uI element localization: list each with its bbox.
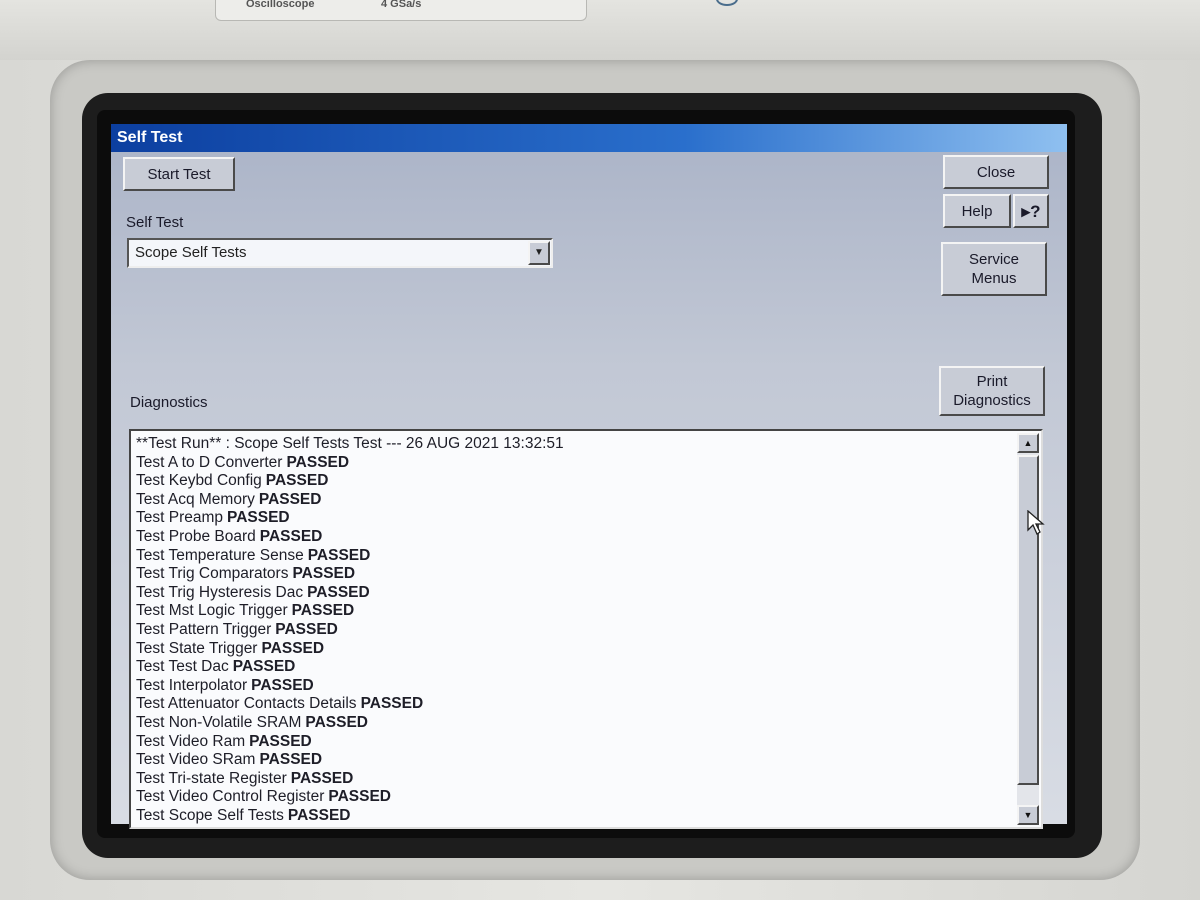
test-name: Test Acq Memory	[136, 490, 255, 508]
self-test-label: Self Test	[126, 214, 184, 231]
test-name: Test A to D Converter	[136, 453, 283, 471]
print-diagnostics-label-line2: Diagnostics	[953, 392, 1031, 409]
diagnostics-line: Test Temperature Sense PASSED	[136, 547, 1014, 566]
diagnostics-line: Test Probe Board PASSED	[136, 528, 1014, 547]
test-status: PASSED	[259, 527, 323, 545]
test-name: Test Attenuator Contacts Details	[136, 695, 357, 713]
test-name: Test Interpolator	[136, 676, 248, 694]
test-name: Test Temperature Sense	[136, 546, 304, 564]
test-status: PASSED	[287, 806, 351, 824]
mouse-pointer-icon	[1027, 510, 1045, 535]
diagnostics-line: Test A to D Converter PASSED	[136, 454, 1014, 473]
test-status: PASSED	[307, 583, 370, 601]
test-status: PASSED	[265, 472, 329, 490]
diagnostics-line: Test Tri-state Register PASSED	[136, 770, 1014, 789]
service-menus-label-line2: Menus	[971, 270, 1017, 287]
test-status: PASSED	[292, 565, 356, 583]
test-status: PASSED	[291, 602, 355, 620]
test-status: PASSED	[251, 676, 314, 694]
test-status: PASSED	[305, 713, 368, 731]
print-diagnostics-label-line1: Print	[976, 373, 1008, 390]
test-name: Test Preamp	[136, 509, 224, 527]
diagnostics-lines: **Test Run** : Scope Self Tests Test ---…	[136, 435, 1014, 825]
test-name: Test Tri-state Register	[136, 769, 287, 787]
service-menus-label-line1: Service	[968, 251, 1020, 268]
diagnostics-line: Test Keybd Config PASSED	[136, 472, 1014, 491]
diagnostics-label: Diagnostics	[130, 394, 208, 411]
diagnostics-line: Test Interpolator PASSED	[136, 677, 1014, 696]
test-status: PASSED	[249, 732, 312, 750]
window-title: Self Test	[111, 124, 1067, 152]
test-name: Test Video Ram	[136, 732, 246, 750]
test-name: Test Video SRam	[136, 751, 256, 769]
scroll-up-icon[interactable]: ▲	[1017, 433, 1039, 453]
test-status: PASSED	[328, 788, 391, 806]
test-name: Test Scope Self Tests	[136, 806, 284, 824]
test-name: Test Test Dac	[136, 658, 229, 676]
test-status: PASSED	[290, 769, 354, 787]
test-status: PASSED	[275, 620, 338, 638]
instrument-model-label: Oscilloscope	[246, 0, 315, 10]
test-status: PASSED	[286, 453, 350, 471]
diagnostics-list[interactable]: **Test Run** : Scope Self Tests Test ---…	[129, 429, 1043, 829]
diagnostics-line: Test Video Ram PASSED	[136, 733, 1014, 752]
test-status: PASSED	[258, 490, 322, 508]
test-name: Test Mst Logic Trigger	[136, 602, 288, 620]
test-status: PASSED	[232, 658, 296, 676]
diagnostics-line: Test Video Control Register PASSED	[136, 788, 1014, 807]
test-name: Test Video Control Register	[136, 788, 325, 806]
test-name: Test State Trigger	[136, 639, 258, 657]
test-name: Test Trig Comparators	[136, 565, 289, 583]
self-test-selected-value: Scope Self Tests	[135, 244, 247, 261]
whats-this-help-icon[interactable]: ▸?	[1013, 194, 1049, 228]
diagnostics-line: Test Scope Self Tests PASSED	[136, 807, 1014, 826]
test-name: Test Pattern Trigger	[136, 620, 272, 638]
self-test-window: Self Test Start Test Self Test Scope Sel…	[111, 124, 1067, 829]
diagnostics-line: Test Attenuator Contacts Details PASSED	[136, 695, 1014, 714]
service-menus-button[interactable]: Service Menus	[941, 242, 1047, 296]
diagnostics-line: Test Video SRam PASSED	[136, 751, 1014, 770]
test-name: Test Trig Hysteresis Dac	[136, 583, 304, 601]
diagnostics-line: Test Trig Hysteresis Dac PASSED	[136, 584, 1014, 603]
start-test-button[interactable]: Start Test	[123, 157, 235, 191]
test-status: PASSED	[259, 751, 323, 769]
diagnostics-scrollbar[interactable]: ▲ ▼	[1017, 433, 1039, 825]
diagnostics-header-line: **Test Run** : Scope Self Tests Test ---…	[136, 435, 564, 452]
test-name: Test Keybd Config	[136, 472, 262, 490]
diagnostics-line: Test Preamp PASSED	[136, 509, 1014, 528]
help-button[interactable]: Help	[943, 194, 1011, 228]
display-screen: Self Test Start Test Self Test Scope Sel…	[97, 110, 1075, 838]
diagnostics-line: Test State Trigger PASSED	[136, 640, 1014, 659]
instrument-label-strip: Oscilloscope 4 GSa/s	[215, 0, 738, 21]
scrollbar-thumb[interactable]	[1017, 455, 1039, 785]
diagnostics-line: Test Test Dac PASSED	[136, 658, 1014, 677]
dropdown-arrow-icon[interactable]: ▼	[528, 241, 550, 265]
test-name: Test Non-Volatile SRAM	[136, 713, 302, 731]
test-status: PASSED	[227, 509, 290, 527]
diagnostics-line: Test Trig Comparators PASSED	[136, 565, 1014, 584]
test-status: PASSED	[307, 546, 371, 564]
test-status: PASSED	[360, 695, 424, 713]
test-name: Test Probe Board	[136, 527, 256, 545]
scroll-down-icon[interactable]: ▼	[1017, 805, 1039, 825]
diagnostics-line: Test Pattern Trigger PASSED	[136, 621, 1014, 640]
instrument-top-panel	[0, 0, 1200, 60]
print-diagnostics-button[interactable]: Print Diagnostics	[939, 366, 1045, 416]
diagnostics-line: Test Acq Memory PASSED	[136, 491, 1014, 510]
close-button[interactable]: Close	[943, 155, 1049, 189]
diagnostics-line: Test Non-Volatile SRAM PASSED	[136, 714, 1014, 733]
self-test-select[interactable]: Scope Self Tests ▼	[127, 238, 553, 268]
diagnostics-line: Test Mst Logic Trigger PASSED	[136, 602, 1014, 621]
test-status: PASSED	[261, 639, 325, 657]
instrument-sample-rate-label: 4 GSa/s	[381, 0, 422, 10]
